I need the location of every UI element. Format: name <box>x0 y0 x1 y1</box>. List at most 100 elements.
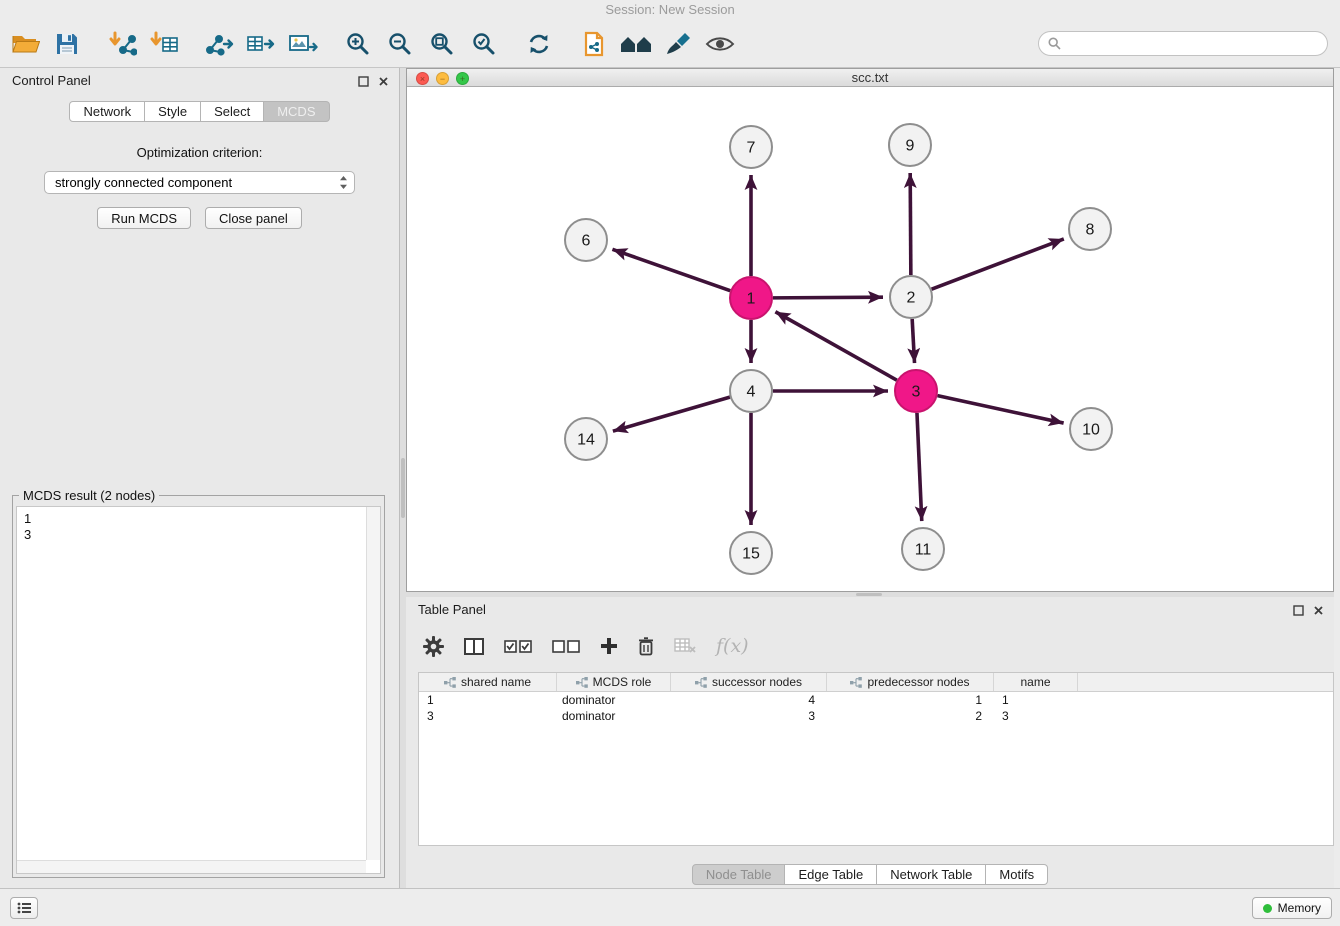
svg-text:3: 3 <box>912 384 921 401</box>
optimization-label: Optimization criterion: <box>0 145 399 160</box>
node-2[interactable]: 2 <box>890 276 932 318</box>
table-settings-button[interactable] <box>423 631 444 661</box>
tab-select[interactable]: Select <box>201 101 264 122</box>
mcds-result-list[interactable]: 1 3 <box>16 506 381 874</box>
splitter-thumb[interactable] <box>401 458 405 518</box>
import-table-button[interactable] <box>143 25 185 63</box>
zoom-out-button[interactable] <box>379 25 421 63</box>
node-11[interactable]: 11 <box>902 528 944 570</box>
tab-motifs[interactable]: Motifs <box>986 864 1048 885</box>
svg-text:4: 4 <box>747 384 756 401</box>
cell-name: 1 <box>994 693 1078 707</box>
close-mcds-panel-button[interactable]: Close panel <box>205 207 302 229</box>
optimization-select[interactable]: strongly connected component <box>44 171 355 194</box>
column-header-mcds-role[interactable]: MCDS role <box>557 673 671 691</box>
node-10[interactable]: 10 <box>1070 408 1112 450</box>
edge-3-1[interactable] <box>775 312 896 380</box>
node-15[interactable]: 15 <box>730 532 772 574</box>
style-brush-button[interactable] <box>657 25 699 63</box>
split-column-button[interactable] <box>464 631 484 661</box>
minimize-window-button[interactable]: − <box>436 72 449 85</box>
edge-2-3[interactable] <box>912 319 914 363</box>
control-panel-tabs: Network Style Select MCDS <box>0 101 399 122</box>
edge-3-10[interactable] <box>937 396 1063 423</box>
edge-2-8[interactable] <box>932 239 1064 289</box>
node-3[interactable]: 3 <box>895 370 937 412</box>
node-4[interactable]: 4 <box>730 370 772 412</box>
node-6[interactable]: 6 <box>565 219 607 261</box>
tab-network-table[interactable]: Network Table <box>877 864 986 885</box>
show-graphics-button[interactable] <box>699 25 741 63</box>
splitter-thumb[interactable] <box>856 593 882 596</box>
network-window-title: scc.txt <box>852 70 889 85</box>
tab-network[interactable]: Network <box>69 101 145 122</box>
svg-text:11: 11 <box>915 542 932 559</box>
float-icon <box>358 76 369 87</box>
node-1[interactable]: 1 <box>730 277 772 319</box>
save-session-button[interactable] <box>46 25 88 63</box>
search-box[interactable] <box>1038 31 1328 56</box>
refresh-button[interactable] <box>518 25 560 63</box>
network-canvas[interactable]: 7 9 6 8 1 2 4 3 14 10 15 11 <box>407 87 1335 593</box>
close-panel-button[interactable] <box>377 75 390 88</box>
new-document-button[interactable] <box>573 25 615 63</box>
memory-button[interactable]: Memory <box>1252 897 1332 919</box>
zoom-selected-button[interactable] <box>463 25 505 63</box>
column-header-filler <box>1078 673 1333 691</box>
delete-column-button[interactable] <box>674 631 696 661</box>
export-table-button[interactable] <box>240 25 282 63</box>
zoom-in-button[interactable] <box>337 25 379 63</box>
delete-row-button[interactable] <box>638 631 654 661</box>
function-builder-button[interactable]: f(x) <box>716 631 749 661</box>
node-9[interactable]: 9 <box>889 124 931 166</box>
home-button[interactable] <box>615 25 657 63</box>
column-header-name[interactable]: name <box>994 673 1078 691</box>
result-vertical-scrollbar[interactable] <box>366 507 380 860</box>
tab-edge-table[interactable]: Edge Table <box>785 864 877 885</box>
edge-2-9[interactable] <box>910 173 911 275</box>
edge-4-14[interactable] <box>613 397 730 431</box>
zoom-window-button[interactable]: + <box>456 72 469 85</box>
export-network-button[interactable] <box>198 25 240 63</box>
node-14[interactable]: 14 <box>565 418 607 460</box>
cell-shared-name: 3 <box>419 709 557 723</box>
open-session-button[interactable] <box>4 25 46 63</box>
toolbar-separator <box>505 43 518 44</box>
tab-mcds[interactable]: MCDS <box>264 101 329 122</box>
node-7[interactable]: 7 <box>730 126 772 168</box>
mcds-result-group: MCDS result (2 nodes) 1 3 <box>12 495 385 878</box>
node-8[interactable]: 8 <box>1069 208 1111 250</box>
zoom-fit-button[interactable] <box>421 25 463 63</box>
table-row[interactable]: 1 dominator 4 1 1 <box>419 692 1333 708</box>
close-table-panel-button[interactable] <box>1312 604 1325 617</box>
select-all-button[interactable] <box>504 631 532 661</box>
column-header-predecessor-nodes[interactable]: predecessor nodes <box>827 673 994 691</box>
close-window-button[interactable]: × <box>416 72 429 85</box>
edge-1-2[interactable] <box>773 297 883 298</box>
float-panel-button[interactable] <box>357 75 370 88</box>
import-network-button[interactable] <box>101 25 143 63</box>
edge-3-11[interactable] <box>917 413 922 521</box>
edge-1-6[interactable] <box>612 249 730 290</box>
column-header-successor-nodes[interactable]: successor nodes <box>671 673 827 691</box>
deselect-all-button[interactable] <box>552 631 580 661</box>
search-input[interactable] <box>1061 34 1327 54</box>
run-mcds-button[interactable]: Run MCDS <box>97 207 191 229</box>
float-table-panel-button[interactable] <box>1292 604 1305 617</box>
app-title: Session: New Session <box>605 2 734 17</box>
table-panel-header: Table Panel <box>406 597 1334 623</box>
zoom-out-icon <box>387 31 413 57</box>
table-row[interactable]: 3 dominator 3 2 3 <box>419 708 1333 724</box>
tab-node-table[interactable]: Node Table <box>692 864 786 885</box>
tab-style[interactable]: Style <box>145 101 201 122</box>
refresh-icon <box>526 32 552 56</box>
split-column-icon <box>464 638 484 655</box>
export-table-icon <box>246 31 276 57</box>
add-row-button[interactable] <box>600 631 618 661</box>
column-header-shared-name[interactable]: shared name <box>419 673 557 691</box>
svg-text:10: 10 <box>1082 422 1100 439</box>
export-image-button[interactable] <box>282 25 324 63</box>
result-horizontal-scrollbar[interactable] <box>17 860 366 873</box>
task-history-button[interactable] <box>10 897 38 919</box>
column-type-icon <box>576 677 588 688</box>
